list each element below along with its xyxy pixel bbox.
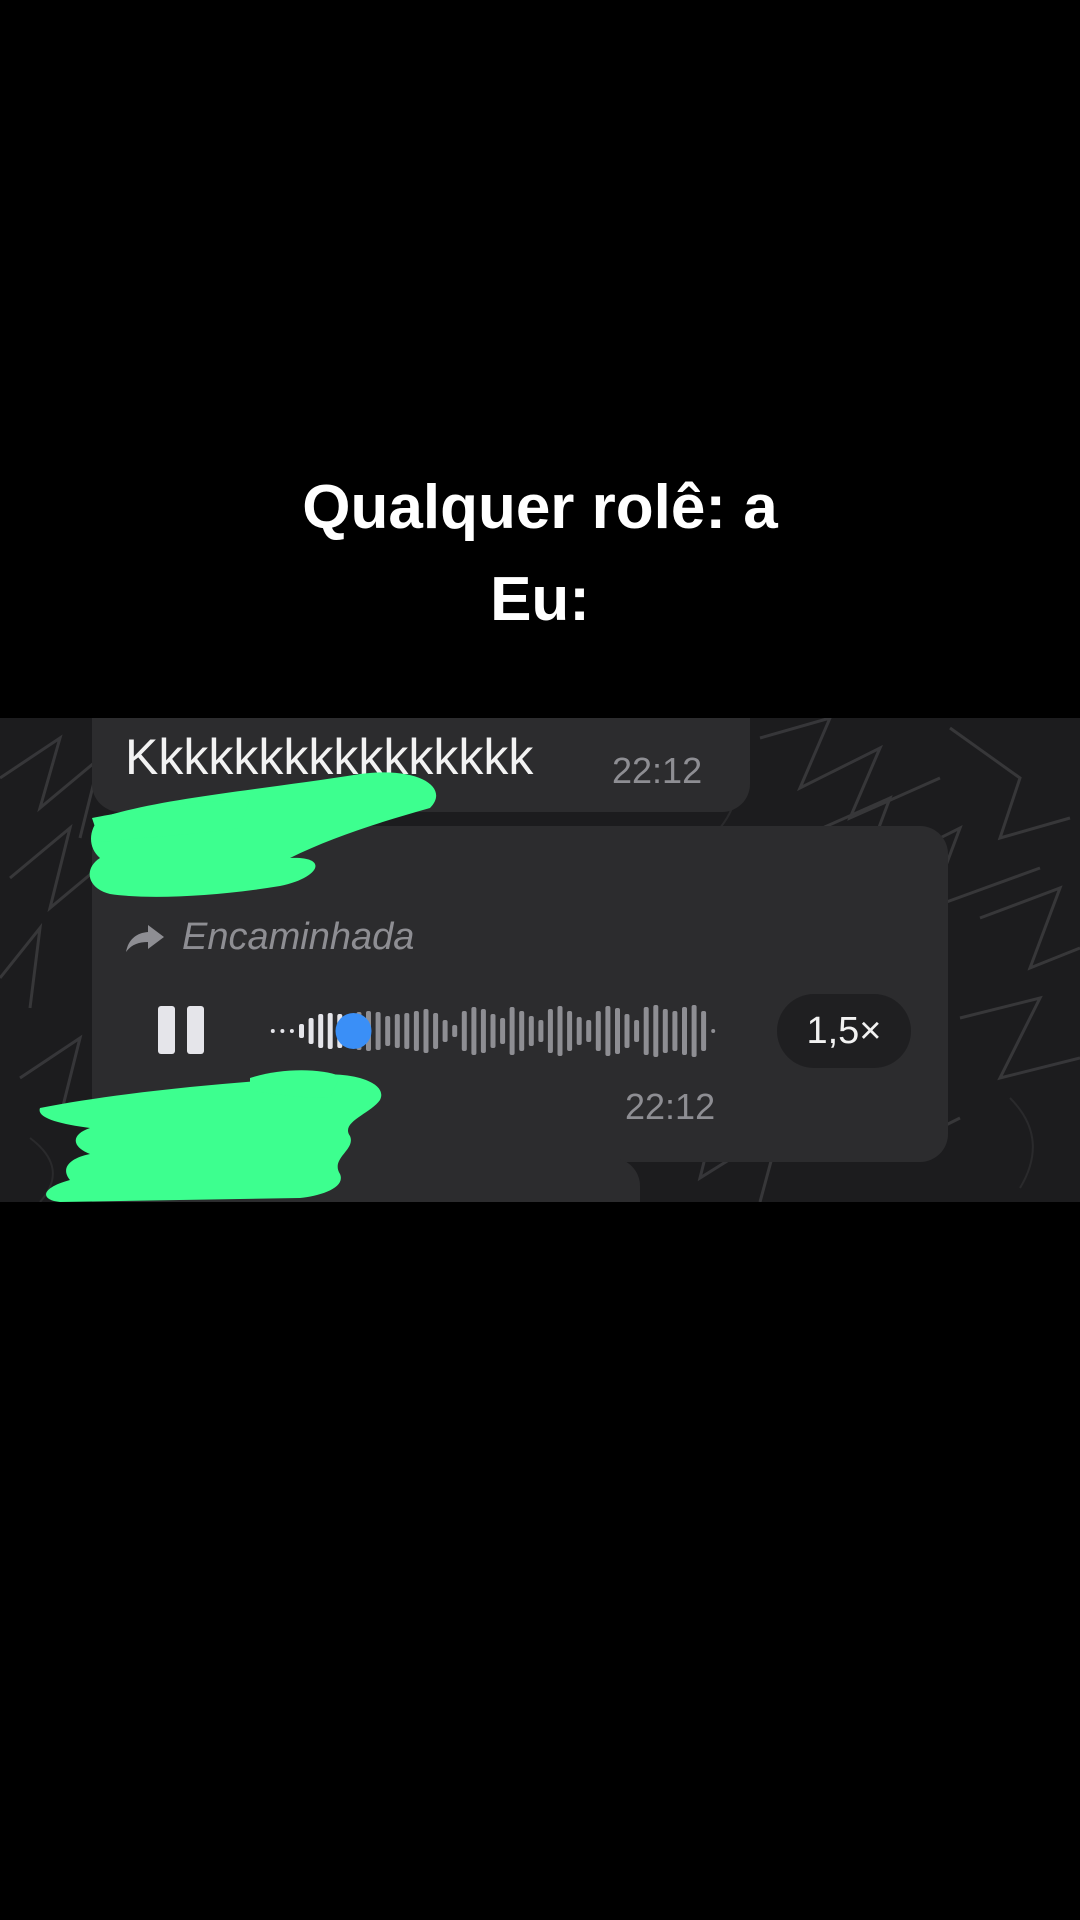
waveform-bar <box>375 1012 381 1050</box>
audio-waveform[interactable] <box>268 994 718 1068</box>
waveform-bar <box>452 1025 458 1037</box>
waveform-bar <box>528 1016 534 1046</box>
pause-icon-bar-left <box>158 1006 175 1054</box>
waveform-bar <box>586 1020 592 1042</box>
waveform-bar <box>662 1009 668 1053</box>
message-time: 22:12 <box>612 750 703 791</box>
waveform-bar <box>547 1009 553 1053</box>
waveform-bar <box>318 1014 324 1048</box>
waveform-bar <box>480 1009 486 1053</box>
next-message-bubble[interactable] <box>92 1158 640 1202</box>
voice-message-bubble[interactable]: Encaminhada 1,5× 22:12 <box>92 826 948 1162</box>
pause-icon-bar-right <box>187 1006 204 1054</box>
message-text: Kkkkkkkkkkkkkkkk <box>125 729 534 785</box>
waveform-bar <box>634 1020 640 1042</box>
waveform-bar <box>509 1007 515 1055</box>
waveform-bar <box>327 1013 333 1049</box>
waveform-bar <box>385 1016 391 1046</box>
waveform-bar <box>643 1007 649 1055</box>
waveform-bar <box>442 1020 448 1042</box>
chat-screenshot: Kkkkkkkkkkkkkkkk 22:12 Encaminhada 1,5× … <box>0 718 1080 1202</box>
waveform-bar <box>519 1011 525 1051</box>
forwarded-indicator: Encaminhada <box>124 916 414 959</box>
waveform-bar <box>280 1029 285 1033</box>
text-message-bubble[interactable]: Kkkkkkkkkkkkkkkk 22:12 <box>92 718 750 812</box>
waveform-bar <box>289 1029 294 1033</box>
waveform-bar <box>557 1006 563 1056</box>
waveform-bar <box>270 1029 275 1033</box>
caption-line-1: Qualquer rolê: a <box>302 473 778 542</box>
waveform-bar <box>653 1005 659 1057</box>
waveform-bar <box>595 1011 601 1051</box>
waveform-bar <box>423 1009 429 1053</box>
waveform-bar <box>433 1013 439 1049</box>
forward-arrow-icon <box>124 923 166 953</box>
playback-speed-button[interactable]: 1,5× <box>777 994 911 1068</box>
waveform-bar <box>711 1029 716 1033</box>
waveform-bar <box>576 1017 582 1045</box>
waveform-bar <box>605 1006 611 1056</box>
waveform-bar <box>490 1014 496 1048</box>
waveform-bar <box>691 1005 697 1057</box>
playback-progress-dot[interactable] <box>335 1013 372 1049</box>
forwarded-label: Encaminhada <box>182 916 415 958</box>
waveform-bar <box>567 1011 573 1051</box>
caption-line-2: Eu: <box>490 565 590 634</box>
waveform-bar <box>471 1007 477 1055</box>
waveform-bar <box>308 1018 314 1044</box>
waveform-bar <box>615 1008 620 1054</box>
waveform-bar <box>404 1013 410 1049</box>
waveform-bar <box>701 1011 707 1051</box>
waveform-bar <box>394 1014 400 1048</box>
waveform-bar <box>682 1007 687 1055</box>
waveform-bar <box>413 1011 419 1051</box>
voice-message-time: 22:12 <box>625 1086 716 1127</box>
waveform-bar <box>500 1018 506 1044</box>
pause-button[interactable] <box>158 1006 204 1054</box>
waveform-bar <box>672 1011 678 1051</box>
waveform-bar <box>299 1024 304 1038</box>
waveform-bar <box>538 1020 544 1042</box>
waveform-bar <box>461 1011 467 1051</box>
waveform-bar <box>624 1014 630 1048</box>
